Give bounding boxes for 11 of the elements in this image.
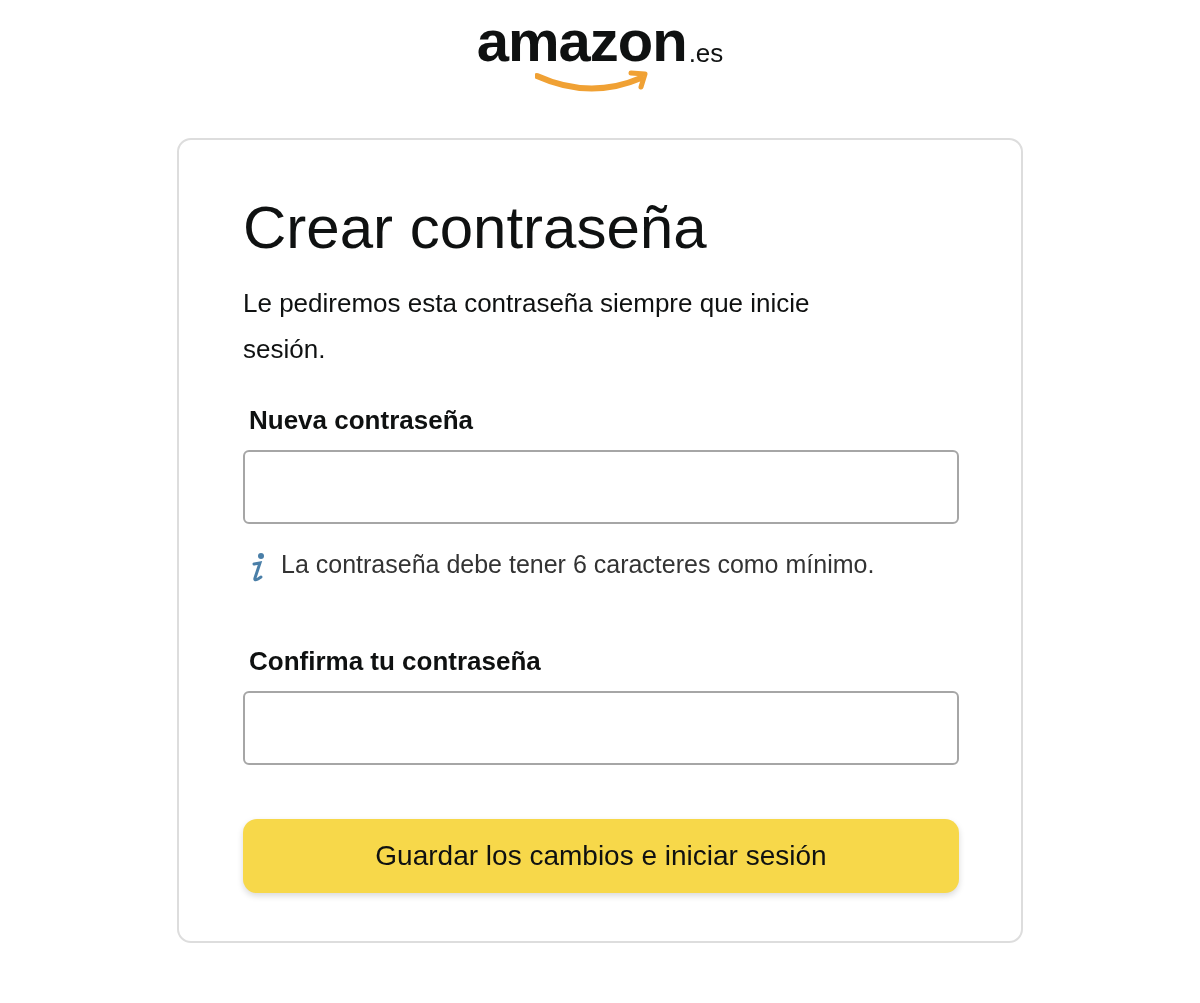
amazon-logo[interactable]: amazon.es [472, 14, 728, 98]
logo-domain: .es [688, 38, 724, 68]
logo-wordmark: amazon [476, 14, 687, 68]
field-label: Nueva contraseña [249, 404, 474, 437]
password-field[interactable] [243, 691, 959, 765]
page-title: Crear contraseña [243, 193, 708, 263]
password-field[interactable] [243, 450, 959, 524]
password-hint: La contraseña debe tener 6 caracteres como mínimo. [281, 549, 876, 580]
field-label: Confirma tu contraseña [249, 645, 542, 678]
page-subtitle: Le pediremos esta contraseña siempre que inicie sesión. [243, 287, 811, 366]
save-and-sign-in-button[interactable]: Guardar los cambios e iniciar sesión [243, 819, 959, 893]
